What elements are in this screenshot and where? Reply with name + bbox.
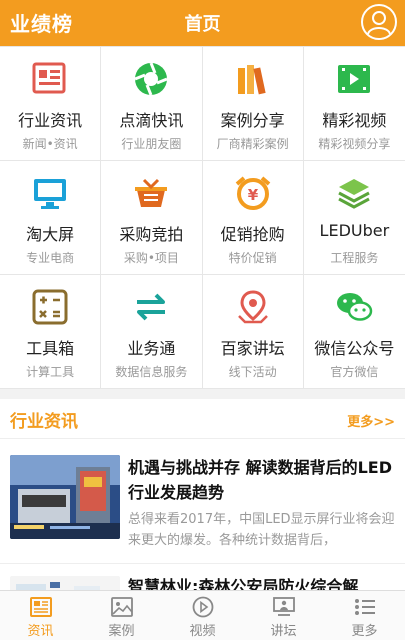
lecture-icon	[272, 596, 296, 618]
section-title: 行业资讯	[10, 412, 78, 432]
grid-item-title: 促销抢购	[220, 225, 285, 244]
grid-item-subtitle: 厂商精彩案例	[216, 137, 289, 151]
layers-icon	[334, 173, 374, 213]
grid-item-forum[interactable]: 百家讲坛 线下活动	[202, 275, 304, 389]
feature-grid: 行业资讯 新闻•资讯 点滴快讯 行业朋友圈 案例分享 厂商精彩案例 精彩视频 精…	[0, 46, 405, 389]
grid-item-title: 业务通	[127, 339, 176, 358]
list-icon	[353, 596, 377, 618]
grid-item-quick-news[interactable]: 点滴快讯 行业朋友圈	[101, 47, 203, 161]
grid-item-case-share[interactable]: 案例分享 厂商精彩案例	[202, 47, 304, 161]
tab-news[interactable]: 资讯	[0, 591, 81, 640]
tab-more[interactable]: 更多	[324, 591, 405, 640]
news-icon	[29, 596, 53, 618]
alarm-yen-icon: ¥	[233, 173, 273, 213]
map-pin-icon	[233, 287, 273, 327]
grid-item-title: 案例分享	[220, 111, 285, 130]
grid-item-leduber[interactable]: LEDUber 工程服务	[303, 161, 405, 275]
bottom-tab-bar: 资讯 案例 视频 讲坛 更多	[0, 590, 405, 640]
tab-label: 案例	[108, 624, 135, 639]
grid-item-subtitle: 官方微信	[330, 365, 379, 379]
grid-item-title: LEDUber	[319, 221, 390, 240]
grid-item-subtitle: 精彩视频分享	[318, 137, 391, 151]
news-thumbnail	[10, 455, 120, 539]
grid-item-bidding[interactable]: 采购竞拍 采购•项目	[101, 161, 203, 275]
news-title: 机遇与挑战并存 解读数据背后的LED行业发展趋势	[128, 458, 392, 502]
monitor-icon	[30, 173, 70, 213]
grid-item-promo[interactable]: ¥ 促销抢购 特价促销	[202, 161, 304, 275]
image-icon	[110, 596, 134, 618]
grid-item-subtitle: 计算工具	[26, 365, 75, 379]
grid-item-subtitle: 工程服务	[330, 251, 379, 265]
grid-item-title: 工具箱	[26, 339, 75, 358]
basket-icon	[131, 173, 171, 213]
tab-label: 讲坛	[270, 624, 297, 639]
grid-item-subtitle: 线下活动	[228, 365, 277, 379]
header: 业绩榜 首页	[0, 0, 405, 46]
news-item[interactable]: 机遇与挑战并存 解读数据背后的LED行业发展趋势 总得来看2017年，中国LED…	[0, 439, 405, 564]
grid-item-subtitle: 采购•项目	[123, 251, 179, 265]
grid-item-subtitle: 专业电商	[26, 251, 75, 265]
grid-item-subtitle: 新闻•资讯	[22, 137, 78, 151]
grid-item-wechat[interactable]: 微信公众号 官方微信	[303, 275, 405, 389]
grid-item-title: 精彩视频	[322, 111, 387, 130]
calculator-icon	[30, 287, 70, 327]
grid-item-videos[interactable]: 精彩视频 精彩视频分享	[303, 47, 405, 161]
film-icon	[334, 59, 374, 99]
tab-label: 资讯	[27, 624, 54, 639]
grid-item-title: 微信公众号	[314, 339, 395, 358]
grid-item-industry-news[interactable]: 行业资讯 新闻•资讯	[0, 47, 102, 161]
grid-item-title: 采购竞拍	[119, 225, 184, 244]
wechat-icon	[334, 287, 374, 327]
grid-item-title: 淘大屏	[26, 225, 75, 244]
svg-text:¥: ¥	[247, 186, 258, 204]
tab-forum[interactable]: 讲坛	[243, 591, 324, 640]
newspaper-icon	[30, 59, 70, 99]
exchange-icon	[131, 287, 171, 327]
grid-item-subtitle: 数据信息服务	[115, 365, 188, 379]
news-description: 总得来看2017年，中国LED显示屏行业将会迎来更大的爆发。各种统计数据背后，	[128, 512, 395, 548]
grid-item-title: 点滴快讯	[119, 111, 184, 130]
grid-item-title: 百家讲坛	[220, 339, 285, 358]
tab-cases[interactable]: 案例	[81, 591, 162, 640]
books-icon	[233, 59, 273, 99]
tab-label: 更多	[351, 624, 378, 639]
grid-item-title: 行业资讯	[18, 111, 83, 130]
section-header: 行业资讯 更多>>	[0, 399, 405, 439]
tab-videos[interactable]: 视频	[162, 591, 243, 640]
user-icon[interactable]	[361, 4, 397, 40]
tab-label: 视频	[189, 624, 216, 639]
page-title: 首页	[184, 14, 221, 35]
play-icon	[191, 596, 215, 618]
aperture-icon	[131, 59, 171, 99]
grid-item-business[interactable]: 业务通 数据信息服务	[101, 275, 203, 389]
grid-item-toolbox[interactable]: 工具箱 计算工具	[0, 275, 102, 389]
grid-item-big-screen[interactable]: 淘大屏 专业电商	[0, 161, 102, 275]
grid-item-subtitle: 特价促销	[228, 251, 277, 265]
more-link[interactable]: 更多>>	[347, 411, 395, 430]
grid-item-subtitle: 行业朋友圈	[121, 137, 182, 151]
industry-news-section: 行业资讯 更多>> 机遇与挑战并存 解读数据背后的LED行业发展趋势 总得来看2…	[0, 399, 405, 608]
